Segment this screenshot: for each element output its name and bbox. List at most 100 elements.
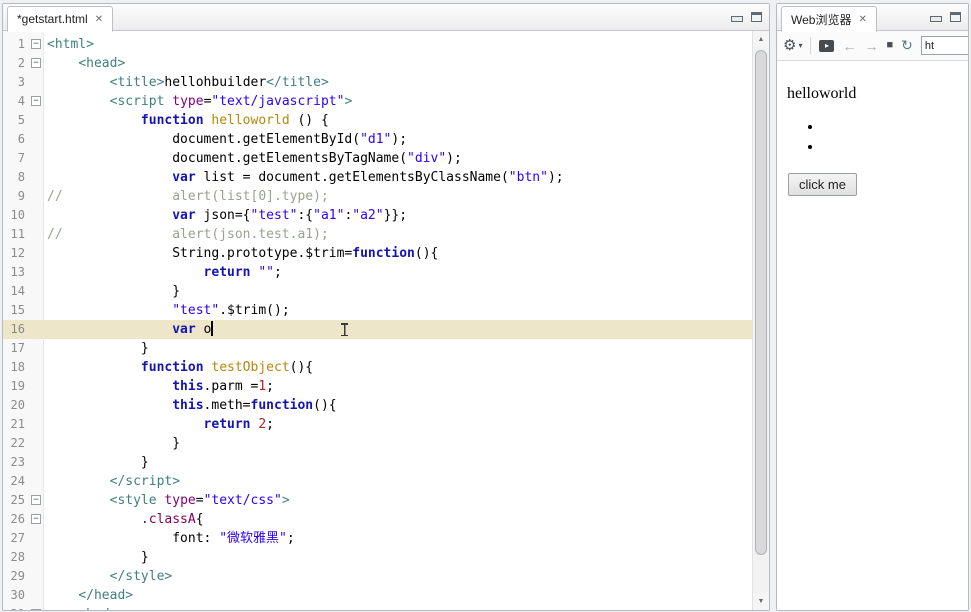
code-line[interactable]: 2− <head> bbox=[3, 54, 752, 73]
line-number: 20 bbox=[10, 398, 25, 412]
refresh-button[interactable]: ↻ bbox=[901, 39, 913, 53]
fold-collapse-icon[interactable]: − bbox=[31, 58, 41, 68]
code-token: function bbox=[352, 246, 415, 261]
code-line[interactable]: 3 <title>hellohbuilder</title> bbox=[3, 73, 752, 92]
code-line[interactable]: 20 this.meth=function(){ bbox=[3, 396, 752, 415]
line-number: 17 bbox=[10, 341, 25, 355]
browser-window-buttons bbox=[930, 12, 961, 22]
line-number: 30 bbox=[10, 588, 25, 602]
code-token: .$trim(); bbox=[219, 303, 290, 318]
code-line[interactable]: 27 font: "微软雅黑"; bbox=[3, 529, 752, 548]
fold-margin bbox=[29, 377, 43, 396]
code-line[interactable]: 10 var json={"test":{"a1":"a2"}}; bbox=[3, 206, 752, 225]
fold-margin bbox=[29, 586, 43, 605]
fold-collapse-icon[interactable]: − bbox=[31, 495, 41, 505]
fold-collapse-icon[interactable]: − bbox=[31, 609, 41, 610]
code-token: <title> bbox=[109, 75, 165, 90]
line-number: 28 bbox=[10, 550, 25, 564]
code-line[interactable]: 11 // alert(json.test.a1); bbox=[3, 225, 752, 244]
code-token: (){ bbox=[313, 398, 337, 413]
stop-button[interactable]: ■ bbox=[886, 40, 893, 51]
line-number: 25 bbox=[10, 493, 25, 507]
code-token: </title> bbox=[266, 75, 329, 90]
close-icon[interactable]: ✕ bbox=[858, 14, 866, 25]
line-number: 3 bbox=[17, 75, 25, 89]
fold-collapse-icon[interactable]: − bbox=[31, 96, 41, 106]
code-line[interactable]: 14 } bbox=[3, 282, 752, 301]
minimize-icon[interactable] bbox=[731, 12, 743, 22]
code-line[interactable]: 12 String.prototype.$trim=function(){ bbox=[3, 244, 752, 263]
code-line[interactable]: 16 var o bbox=[3, 320, 752, 339]
code-editor[interactable]: 1− <html> 2− <head> 3 <title>hellohbuilder<… bbox=[3, 31, 769, 610]
code-line[interactable]: 21 return 2; bbox=[3, 415, 752, 434]
click-me-button[interactable]: click me bbox=[788, 173, 857, 196]
minimize-icon[interactable] bbox=[930, 12, 942, 22]
code-line[interactable]: 4− <script type="text/javascript"> bbox=[3, 92, 752, 111]
line-number: 19 bbox=[10, 379, 25, 393]
line-number: 15 bbox=[10, 303, 25, 317]
fold-collapse-icon[interactable]: − bbox=[31, 514, 41, 524]
code-line[interactable]: 9 // alert(list[0].type); bbox=[3, 187, 752, 206]
code-token: "" bbox=[258, 265, 274, 280]
back-button[interactable]: ← bbox=[842, 39, 856, 53]
code-line[interactable]: 28 } bbox=[3, 548, 752, 567]
maximize-icon[interactable] bbox=[950, 12, 961, 22]
code-text: <html> bbox=[43, 35, 752, 54]
line-number: 7 bbox=[17, 151, 25, 165]
settings-button[interactable]: ⚙ ▾ bbox=[783, 38, 802, 53]
scrollbar-thumb[interactable] bbox=[755, 50, 767, 555]
fold-collapse-icon[interactable]: − bbox=[31, 39, 41, 49]
browser-toolbar: ⚙ ▾ ▸ ← → ■ ↻ bbox=[777, 31, 968, 61]
close-icon[interactable]: ✕ bbox=[95, 14, 103, 25]
maximize-icon[interactable] bbox=[751, 12, 762, 22]
code-line[interactable]: 6 document.getElementById("d1"); bbox=[3, 130, 752, 149]
tab-getstart-html[interactable]: *getstart.html ✕ bbox=[7, 6, 114, 32]
code-line[interactable]: 17 } bbox=[3, 339, 752, 358]
code-line[interactable]: 31− <body> bbox=[3, 605, 752, 610]
code-token: return bbox=[203, 265, 251, 280]
code-text: <body> bbox=[43, 605, 752, 610]
code-token: .parm = bbox=[203, 379, 259, 394]
code-line[interactable]: 15 "test".$trim(); bbox=[3, 301, 752, 320]
editor-scrollbar[interactable]: ▲ ▼ bbox=[752, 31, 769, 610]
code-line[interactable]: 29 </style> bbox=[3, 567, 752, 586]
code-text: String.prototype.$trim=function(){ bbox=[43, 244, 752, 263]
code-line[interactable]: 22 } bbox=[3, 434, 752, 453]
tab-web-browser[interactable]: Web浏览器 ✕ bbox=[781, 6, 877, 32]
scroll-down-icon[interactable]: ▼ bbox=[753, 593, 769, 610]
code-line[interactable]: 26− .classA{ bbox=[3, 510, 752, 529]
code-line[interactable]: 24 </script> bbox=[3, 472, 752, 491]
code-token: function bbox=[140, 113, 204, 128]
open-external-browser-button[interactable]: ▸ bbox=[819, 39, 835, 52]
line-number: 21 bbox=[10, 417, 25, 431]
forward-button[interactable]: → bbox=[864, 39, 878, 53]
url-input[interactable] bbox=[920, 36, 968, 55]
code-line[interactable]: 18 function testObject(){ bbox=[3, 358, 752, 377]
code-line[interactable]: 23 } bbox=[3, 453, 752, 472]
code-text: this.parm =1; bbox=[43, 377, 752, 396]
code-line[interactable]: 13 return ""; bbox=[3, 263, 752, 282]
code-line[interactable]: 7 document.getElementsByTagName("div"); bbox=[3, 149, 752, 168]
code-token: ); bbox=[446, 151, 462, 166]
code-line[interactable]: 30 </head> bbox=[3, 586, 752, 605]
code-line[interactable]: 5 function helloworld () { bbox=[3, 111, 752, 130]
code-token: o bbox=[195, 322, 212, 337]
scroll-up-icon[interactable]: ▲ bbox=[753, 31, 769, 48]
code-line[interactable]: 1− <html> bbox=[3, 35, 752, 54]
fold-margin: − bbox=[29, 510, 43, 529]
editor-window-buttons bbox=[731, 12, 762, 22]
code-text: var o bbox=[43, 320, 752, 339]
code-line[interactable]: 19 this.parm =1; bbox=[3, 377, 752, 396]
code-line[interactable]: 8 var list = document.getElementsByClass… bbox=[3, 168, 752, 187]
code-token: 2 bbox=[258, 417, 267, 432]
line-number: 4 bbox=[17, 94, 25, 108]
code-line[interactable]: 25− <style type="text/css"> bbox=[3, 491, 752, 510]
fold-margin bbox=[29, 111, 43, 130]
code-token: font: bbox=[47, 531, 220, 546]
